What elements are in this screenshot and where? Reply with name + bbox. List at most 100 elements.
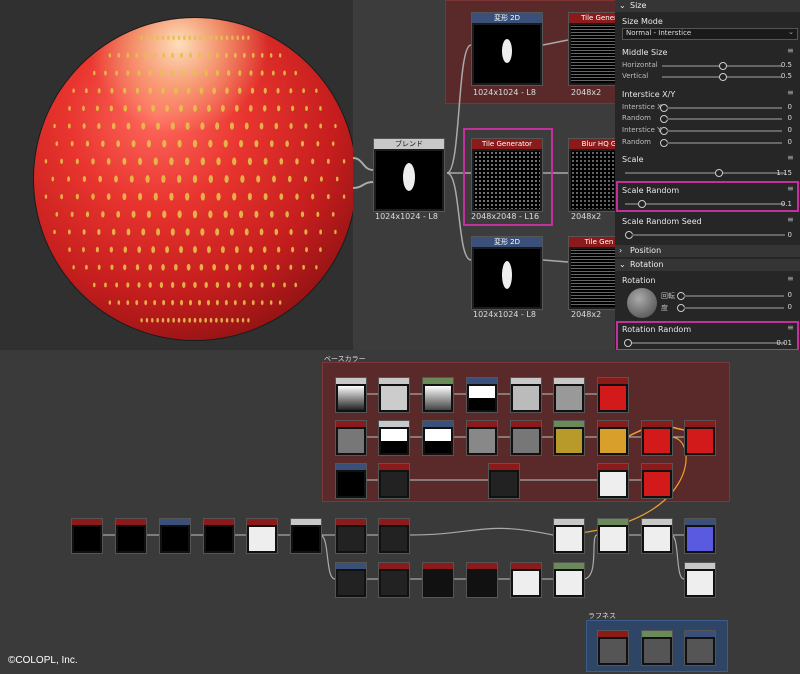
graph-node[interactable] <box>641 463 673 499</box>
graph-node[interactable] <box>378 420 410 456</box>
menu-icon[interactable]: ≡ <box>787 323 794 332</box>
seed-mark <box>220 246 225 254</box>
graph-node[interactable] <box>246 518 278 554</box>
graph-node[interactable] <box>553 562 585 598</box>
graph-node[interactable] <box>553 377 585 413</box>
graph-node[interactable] <box>488 463 520 499</box>
rotation-dial[interactable] <box>627 288 657 318</box>
rotation-random-slider-knob[interactable] <box>623 339 632 347</box>
graph-node[interactable] <box>71 518 103 554</box>
tile-generator-node-bottom[interactable]: Tile Gen <box>568 236 615 310</box>
scale-label: Scale <box>622 155 644 164</box>
3d-viewport[interactable] <box>0 0 353 350</box>
interstice-y-slider[interactable] <box>667 130 782 132</box>
rotation-turn-slider[interactable] <box>684 295 784 297</box>
seed-mark <box>204 317 207 323</box>
graph-node[interactable] <box>684 630 716 666</box>
graph-node[interactable] <box>203 518 235 554</box>
rotation-random-slider-track[interactable] <box>625 342 785 344</box>
rotation-degree-slider[interactable] <box>684 307 784 309</box>
menu-icon[interactable]: ≡ <box>787 88 794 97</box>
section-rotation-header[interactable]: ⌄ Rotation <box>615 259 800 271</box>
graph-node[interactable] <box>422 377 454 413</box>
menu-icon[interactable]: ≡ <box>787 274 794 283</box>
blur-hq-node[interactable]: Blur HQ G <box>568 138 615 212</box>
graph-node[interactable] <box>684 518 716 554</box>
tile-generator-node-top[interactable]: Tile Gener <box>568 12 615 86</box>
graph-node[interactable] <box>597 630 629 666</box>
section-size-header[interactable]: ⌄ Size <box>615 0 800 12</box>
scale-random-slider-knob[interactable] <box>638 200 646 208</box>
random-value: 0 <box>787 138 792 146</box>
graph-node[interactable] <box>597 420 629 456</box>
seed-mark <box>300 211 305 218</box>
seed-mark <box>241 35 245 40</box>
graph-node[interactable] <box>553 518 585 554</box>
seed-mark <box>167 35 170 41</box>
graph-node[interactable] <box>597 518 629 554</box>
graph-node[interactable] <box>466 420 498 456</box>
graph-node[interactable] <box>597 377 629 413</box>
scale-random-slider-track[interactable] <box>625 203 785 205</box>
graph-node[interactable] <box>335 463 367 499</box>
section-position-header[interactable]: › Position <box>615 245 800 257</box>
seed-mark <box>224 175 229 183</box>
graph-node[interactable] <box>335 377 367 413</box>
graph-node[interactable] <box>510 377 542 413</box>
graph-node[interactable] <box>335 562 367 598</box>
graph-node[interactable] <box>466 562 498 598</box>
random-slider[interactable] <box>667 118 782 120</box>
blend-node[interactable]: ブレンド <box>373 138 445 212</box>
seed-mark <box>215 69 220 77</box>
seed-slider-track[interactable] <box>632 234 785 236</box>
menu-icon[interactable]: ≡ <box>787 215 794 224</box>
size-mode-select[interactable]: Normal - Interstice ⌄ <box>622 28 798 40</box>
seed-mark <box>247 157 252 166</box>
node-header <box>685 631 715 637</box>
graph-node[interactable] <box>378 377 410 413</box>
graph-node[interactable] <box>466 377 498 413</box>
graph-node[interactable] <box>597 463 629 499</box>
node-thumbnail <box>425 386 451 410</box>
interstice-x-slider[interactable] <box>667 107 782 109</box>
graph-node[interactable] <box>378 463 410 499</box>
menu-icon[interactable]: ≡ <box>787 153 794 162</box>
graph-node[interactable] <box>378 562 410 598</box>
menu-icon[interactable]: ≡ <box>787 184 794 193</box>
node-header <box>554 563 584 569</box>
node-caption: 1024x1024 - L8 <box>473 310 536 319</box>
graph-node[interactable] <box>641 630 673 666</box>
node-graph-top[interactable]: 変形 2D 1024x1024 - L8 Tile Gener 2048x2 ブ… <box>353 0 615 350</box>
scale-slider-track[interactable] <box>625 172 785 174</box>
menu-icon[interactable]: ≡ <box>787 46 794 55</box>
seed-mark <box>123 87 127 94</box>
seed-mark <box>262 246 267 253</box>
vertical-slider-knob[interactable] <box>719 73 727 81</box>
graph-node[interactable] <box>335 518 367 554</box>
graph-node[interactable] <box>684 562 716 598</box>
node-graph-bottom[interactable]: ベースカラー ラフネス <box>0 350 800 674</box>
graph-node[interactable] <box>641 518 673 554</box>
graph-node[interactable] <box>159 518 191 554</box>
horizontal-slider-knob[interactable] <box>719 62 727 70</box>
graph-node[interactable] <box>378 518 410 554</box>
seed-mark <box>192 139 198 148</box>
seed-mark <box>170 281 175 289</box>
graph-node[interactable] <box>510 562 542 598</box>
graph-node[interactable] <box>641 420 673 456</box>
graph-node[interactable] <box>422 562 454 598</box>
graph-node[interactable] <box>115 518 147 554</box>
seed-mark <box>184 192 190 201</box>
graph-node[interactable] <box>553 420 585 456</box>
graph-node[interactable] <box>422 420 454 456</box>
graph-node[interactable] <box>684 420 716 456</box>
transform-2d-node-bottom[interactable]: 変形 2D <box>471 236 543 310</box>
scale-slider-knob[interactable] <box>714 169 723 177</box>
transform-2d-node-top[interactable]: 変形 2D <box>471 12 543 86</box>
graph-node[interactable] <box>290 518 322 554</box>
graph-node[interactable] <box>335 420 367 456</box>
random-slider[interactable] <box>667 142 782 144</box>
graph-node[interactable] <box>510 420 542 456</box>
seed-mark <box>316 140 320 147</box>
node-thumbnail <box>644 429 670 453</box>
